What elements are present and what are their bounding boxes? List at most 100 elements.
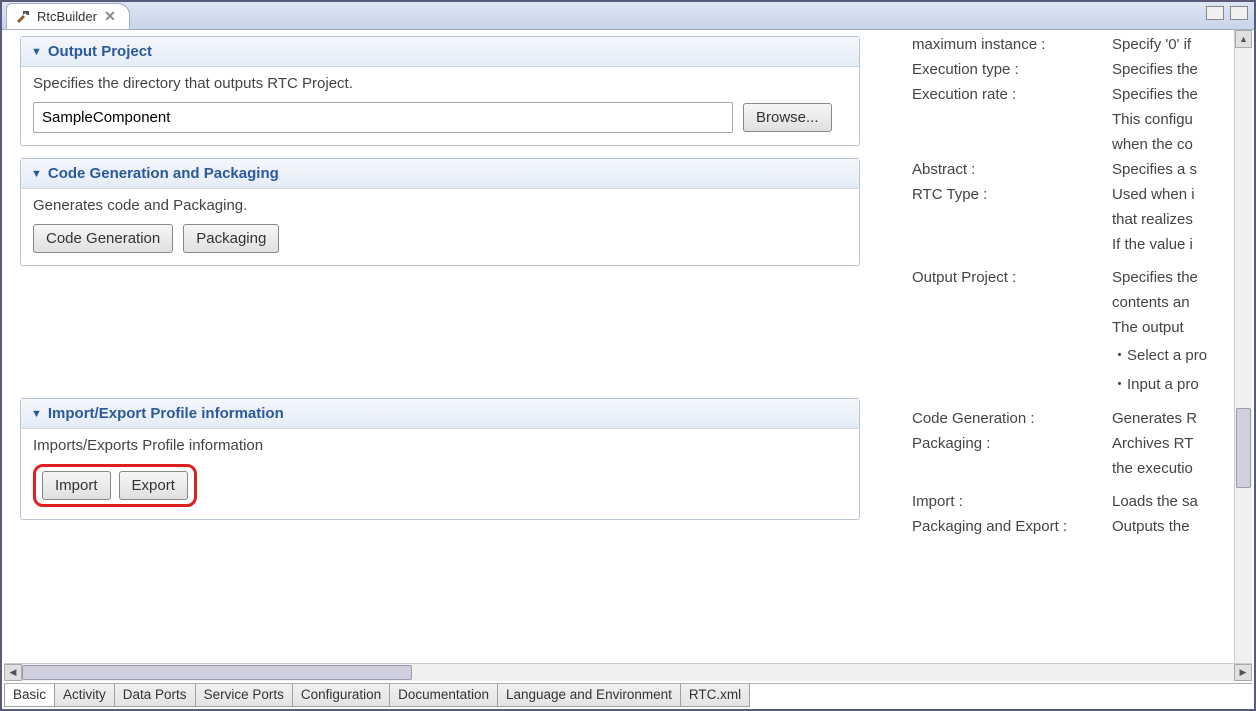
hint-desc: Used when i (1112, 186, 1234, 203)
hint-row: Code Generation :Generates R (912, 410, 1254, 427)
hint-row: If the value i (912, 236, 1254, 253)
form-panel: ▼ Output Project Specifies the directory… (2, 30, 872, 681)
hint-row: ・Select a pro (912, 344, 1254, 365)
bottom-tab-basic[interactable]: Basic (4, 684, 55, 707)
hint-row: when the co (912, 136, 1254, 153)
bottom-tab-rtc-xml[interactable]: RTC.xml (680, 684, 750, 707)
section-output-project: ▼ Output Project Specifies the directory… (20, 36, 860, 146)
hint-row: ・Input a pro (912, 373, 1254, 394)
code-generation-button[interactable]: Code Generation (33, 224, 173, 253)
hint-row: maximum instance :Specify '0' if (912, 36, 1254, 53)
horizontal-scrollbar[interactable]: ◀ ▶ (4, 663, 1252, 681)
hint-row: that realizes (912, 211, 1254, 228)
hint-desc: when the co (1112, 136, 1234, 153)
hint-row: the executio (912, 460, 1254, 477)
highlighted-buttons: Import Export (33, 464, 197, 507)
hint-label (912, 236, 1112, 253)
output-project-input[interactable] (33, 102, 733, 133)
hint-panel: maximum instance :Specify '0' ifExecutio… (872, 30, 1254, 681)
hint-label: Execution type : (912, 61, 1112, 78)
hint-desc: ・Select a pro (1112, 344, 1234, 365)
bottom-tab-configuration[interactable]: Configuration (292, 684, 390, 707)
hint-row: Output Project :Specifies the (912, 269, 1254, 286)
vertical-scrollbar[interactable]: ▲ ▼ (1234, 30, 1252, 681)
hint-row: Packaging and Export :Outputs the (912, 518, 1254, 535)
bottom-tab-documentation[interactable]: Documentation (389, 684, 498, 707)
hint-label: maximum instance : (912, 36, 1112, 53)
hint-row: contents an (912, 294, 1254, 311)
hint-row: RTC Type :Used when i (912, 186, 1254, 203)
section-desc: Imports/Exports Profile information (33, 437, 847, 454)
hscroll-thumb[interactable] (22, 665, 412, 680)
hint-label: Abstract : (912, 161, 1112, 178)
hint-row: Execution type :Specifies the (912, 61, 1254, 78)
chevron-down-icon: ▼ (31, 168, 42, 180)
hint-desc: Specify '0' if (1112, 36, 1234, 53)
hint-desc: This configu (1112, 111, 1234, 128)
hint-label (912, 111, 1112, 128)
hint-desc: that realizes (1112, 211, 1234, 228)
hint-desc: Loads the sa (1112, 493, 1234, 510)
section-header-profile[interactable]: ▼ Import/Export Profile information (21, 399, 859, 429)
section-import-export: ▼ Import/Export Profile information Impo… (20, 398, 860, 520)
browse-button[interactable]: Browse... (743, 103, 832, 132)
section-desc: Generates code and Packaging. (33, 197, 847, 214)
packaging-button[interactable]: Packaging (183, 224, 279, 253)
scroll-right-arrow-icon[interactable]: ▶ (1234, 664, 1252, 681)
hint-desc: If the value i (1112, 236, 1234, 253)
section-title: Output Project (48, 43, 152, 60)
hammer-icon (15, 9, 31, 25)
hint-desc: The output (1112, 319, 1234, 336)
hint-label (912, 460, 1112, 477)
section-title: Import/Export Profile information (48, 405, 284, 422)
bottom-tab-activity[interactable]: Activity (54, 684, 115, 707)
hint-desc: Archives RT (1112, 435, 1234, 452)
maximize-view-icon[interactable] (1230, 6, 1248, 20)
hint-row: This configu (912, 111, 1254, 128)
hint-desc: the executio (1112, 460, 1234, 477)
hint-desc: Specifies the (1112, 86, 1234, 103)
bottom-tab-data-ports[interactable]: Data Ports (114, 684, 196, 707)
hint-desc: Specifies the (1112, 269, 1234, 286)
hint-label: Packaging and Export : (912, 518, 1112, 535)
hint-label: Import : (912, 493, 1112, 510)
hint-label: Execution rate : (912, 86, 1112, 103)
minimize-view-icon[interactable] (1206, 6, 1224, 20)
hint-row: Abstract :Specifies a s (912, 161, 1254, 178)
bottom-tab-bar: BasicActivityData PortsService PortsConf… (4, 683, 1252, 707)
hint-label: RTC Type : (912, 186, 1112, 203)
scroll-left-arrow-icon[interactable]: ◀ (4, 664, 22, 681)
view-controls (1206, 6, 1248, 20)
hint-desc: contents an (1112, 294, 1234, 311)
hint-row: Execution rate :Specifies the (912, 86, 1254, 103)
chevron-down-icon: ▼ (31, 46, 42, 58)
hint-desc: Generates R (1112, 410, 1234, 427)
bottom-tab-language-and-environment[interactable]: Language and Environment (497, 684, 681, 707)
hint-label (912, 373, 1112, 394)
editor-tab-label: RtcBuilder (37, 9, 97, 24)
section-desc: Specifies the directory that outputs RTC… (33, 75, 847, 92)
hint-desc: Specifies a s (1112, 161, 1234, 178)
close-icon[interactable]: ✕ (103, 10, 117, 24)
section-header-output[interactable]: ▼ Output Project (21, 37, 859, 67)
bottom-tab-service-ports[interactable]: Service Ports (195, 684, 293, 707)
section-codegen: ▼ Code Generation and Packaging Generate… (20, 158, 860, 266)
export-button[interactable]: Export (119, 471, 188, 500)
hint-label (912, 319, 1112, 336)
import-button[interactable]: Import (42, 471, 111, 500)
chevron-down-icon: ▼ (31, 408, 42, 420)
section-title: Code Generation and Packaging (48, 165, 279, 182)
hint-row: Packaging :Archives RT (912, 435, 1254, 452)
hint-label (912, 136, 1112, 153)
scroll-up-arrow-icon[interactable]: ▲ (1235, 30, 1252, 48)
hint-label (912, 211, 1112, 228)
hint-desc: Outputs the (1112, 518, 1234, 535)
hint-label: Code Generation : (912, 410, 1112, 427)
editor-tab-bar: RtcBuilder ✕ (2, 2, 1254, 30)
hint-label: Output Project : (912, 269, 1112, 286)
section-header-codegen[interactable]: ▼ Code Generation and Packaging (21, 159, 859, 189)
scroll-thumb[interactable] (1236, 408, 1251, 488)
hint-label: Packaging : (912, 435, 1112, 452)
hint-label (912, 344, 1112, 365)
editor-tab-rtcbuilder[interactable]: RtcBuilder ✕ (6, 3, 130, 29)
